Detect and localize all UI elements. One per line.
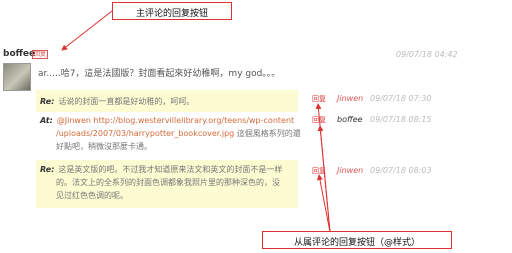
reply-3-label: Re: xyxy=(40,165,55,174)
reply-2-author[interactable]: boffee xyxy=(337,115,363,124)
arrow-to-main-reply xyxy=(61,10,113,51)
avatar xyxy=(3,63,31,91)
reply-1: Re: 话说的封面一直都是好幼稚的，呵呵。 xyxy=(40,95,194,108)
reply-3-text-line3: 见过红色色调的呢。 xyxy=(56,191,128,200)
reply-1-text: 话说的封面一直都是好幼稚的，呵呵。 xyxy=(58,97,195,106)
reply-2-date: 09/07/18 08:15 xyxy=(370,115,432,124)
reply-1-label: Re: xyxy=(40,97,55,106)
reply-1-author[interactable]: Jinwen xyxy=(337,94,363,103)
reply-3-text-line2: 的。法文上的全系列的封面色调都象我照片里的那种深色的，没 xyxy=(56,178,280,187)
reply-3: Re: 这是英文版的吧。不过我才知道原来法文和英文的封面不是一样 的。法文上的全系… xyxy=(40,163,300,202)
reply-2-reply-button[interactable]: 回复 xyxy=(312,115,326,125)
main-reply-button[interactable]: 回复 xyxy=(32,50,49,59)
reply-3-author[interactable]: Jinwen xyxy=(337,166,363,175)
reply-1-reply-button[interactable]: 回复 xyxy=(312,94,326,104)
reply-3-date: 09/07/18 08:03 xyxy=(370,166,432,175)
reply-3-reply-button[interactable]: 回复 xyxy=(312,166,326,176)
reply-3-text: 这是英文版的吧。不过我才知道原来法文和英文的封面不是一样 xyxy=(58,165,283,174)
reply-2-text: 這個風格系列的還 xyxy=(236,129,301,138)
comment-date: 09/07/18 04:42 xyxy=(396,50,458,59)
reply-2: At: @Jinwen http://blog.westervillelibrar… xyxy=(40,114,306,153)
reply-2-link-cont[interactable]: /uploads/2007/03/harrypotter_bookcover.j… xyxy=(56,129,234,138)
arrow-to-reply-3 xyxy=(317,174,331,233)
reply-2-link[interactable]: http://blog.westervillelibrary.org/teens… xyxy=(94,116,295,125)
arrow-to-reply-2 xyxy=(317,125,331,233)
reply-2-text-cont: 好點吧，稍微沒那麼卡通。 xyxy=(56,142,152,151)
main-comment-text: ar.....哈7，這是法國版？封面看起來好幼稚啊，my god。。。 xyxy=(38,69,281,79)
annotation-main-reply-button: 主评论的回复按钮 xyxy=(112,2,232,20)
reply-1-date: 09/07/18 07:30 xyxy=(370,94,432,103)
reply-2-mention[interactable]: @Jinwen xyxy=(57,116,91,125)
annotation-sub-reply-button: 从属评论的回复按钮（@样式） xyxy=(262,231,452,249)
comment-author[interactable]: boffee xyxy=(3,49,35,59)
reply-2-label: At: xyxy=(40,116,53,125)
